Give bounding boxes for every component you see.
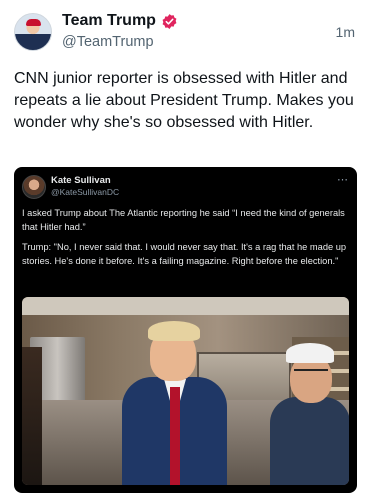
author-name-row: Team Trump bbox=[62, 12, 178, 30]
post-timestamp[interactable]: 1m bbox=[336, 24, 355, 40]
author-handle[interactable]: @TeamTrump bbox=[62, 34, 154, 50]
embedded-author-name[interactable]: Kate Sullivan bbox=[51, 175, 111, 186]
author-display-name[interactable]: Team Trump bbox=[62, 12, 156, 30]
man-in-cap bbox=[270, 397, 349, 485]
embedded-video-frame[interactable] bbox=[22, 297, 349, 485]
more-options-icon[interactable]: ⋯ bbox=[337, 173, 349, 186]
red-tie bbox=[170, 387, 180, 485]
post-header: Team Trump @TeamTrump 1m bbox=[14, 10, 357, 56]
embedded-post-media[interactable]: Kate Sullivan @KateSullivanDC ⋯ I asked … bbox=[14, 167, 357, 493]
verified-badge-icon bbox=[162, 13, 177, 29]
embedded-author-handle[interactable]: @KateSullivanDC bbox=[51, 187, 119, 197]
embedded-paragraph-2: Trump: "No, I never said that. I would n… bbox=[22, 242, 347, 266]
white-cap bbox=[286, 343, 334, 363]
embedded-avatar[interactable] bbox=[22, 175, 46, 199]
partial-person bbox=[22, 347, 42, 485]
embedded-paragraph-1: I asked Trump about The Atlantic reporti… bbox=[22, 208, 345, 232]
embedded-post-header: Kate Sullivan @KateSullivanDC ⋯ bbox=[22, 173, 349, 201]
embedded-post-body: I asked Trump about The Atlantic reporti… bbox=[22, 207, 352, 275]
avatar[interactable] bbox=[14, 13, 52, 51]
post-text: CNN junior reporter is obsessed with Hit… bbox=[14, 70, 354, 131]
